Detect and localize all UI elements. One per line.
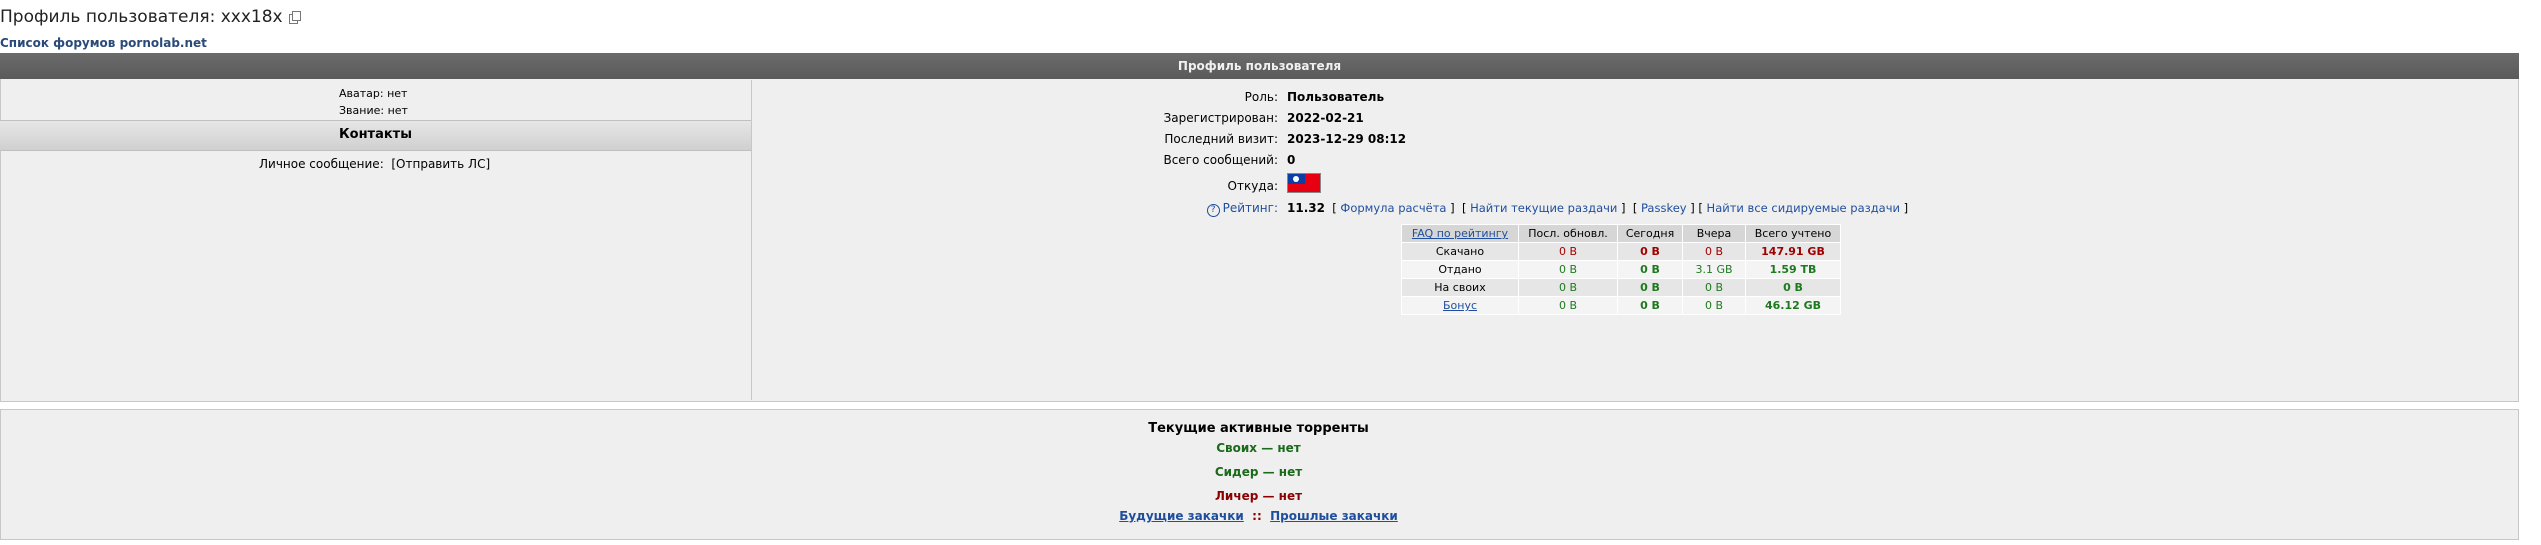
col-today: Сегодня [1617,224,1683,243]
cell: 3.1 GB [1682,260,1746,279]
rank-label: Звание: [339,104,385,117]
rating-label[interactable]: Рейтинг: [1223,201,1278,215]
passkey-link[interactable]: Passkey [1641,201,1687,215]
avatar-label: Аватар: [339,87,384,100]
last-visit-value: 2023-12-29 08:12 [1287,132,1407,146]
cell: 147.91 GB [1745,242,1841,261]
leecher-torrents: Личер — нет [1214,489,1303,503]
table-row: Бонус 0 B 0 B 0 B 46.12 GB [1401,296,1841,315]
cell: 46.12 GB [1745,296,1841,315]
col-last-update: Посл. обновл. [1518,224,1618,243]
page-title-text: Профиль пользователя: xxx18x [0,7,283,27]
cell: 0 B [1518,296,1618,315]
faq-rating-link[interactable]: FAQ по рейтингу [1401,224,1519,243]
rating-formula-link[interactable]: Формула расчёта [1340,201,1446,215]
posts-value: 0 [1287,153,1296,167]
bonus-link[interactable]: Бонус [1401,296,1519,315]
role-label: Роль: [1244,90,1278,104]
separator: :: [1252,509,1262,523]
avatar-row: Аватар: нет [339,87,407,100]
table-row: Отдано 0 B 0 B 3.1 GB 1.59 TB [1401,260,1841,279]
avatar-value: нет [387,87,408,100]
table-row: На своих 0 B 0 B 0 B 0 B [1401,278,1841,297]
pm-row: Личное сообщение: [Отправить ЛС] [259,157,490,171]
own-torrents: Своих — нет [1216,441,1301,455]
cell: 0 B [1617,242,1683,261]
send-pm-button[interactable]: [Отправить ЛС] [391,157,490,171]
profile-section-header: Профиль пользователя [0,53,2519,79]
help-icon[interactable]: ? [1206,204,1220,217]
find-current-releases-link[interactable]: Найти текущие раздачи [1470,201,1617,215]
registered-value: 2022-02-21 [1287,111,1364,125]
last-visit-label: Последний визит: [1164,132,1278,146]
contacts-header: Контакты [0,120,751,151]
rating-value: 11.32 [1287,201,1325,215]
cell: 0 B [1518,242,1618,261]
from-label: Откуда: [1227,179,1278,193]
forum-list-link[interactable]: Список форумов pornolab.net [0,36,207,50]
row-label: Отдано [1401,260,1519,279]
cell: 0 B [1617,260,1683,279]
cell: 0 B [1682,242,1746,261]
posts-label: Всего сообщений: [1163,153,1278,167]
seeder-torrents: Сидер — нет [1214,465,1303,479]
taiwan-flag-icon [1287,173,1321,193]
cell: 0 B [1617,278,1683,297]
cell: 0 B [1518,260,1618,279]
role-value: Пользователь [1287,90,1385,104]
rating-label-wrap: ? Рейтинг: [1028,201,1278,217]
pm-label: Личное сообщение: [259,157,384,171]
cell: 0 B [1682,278,1746,297]
past-downloads-link[interactable]: Прошлые закачки [1270,509,1398,523]
row-label: Скачано [1401,242,1519,261]
cell: 0 B [1745,278,1841,297]
rank-value: нет [387,104,408,117]
registered-label: Зарегистрирован: [1163,111,1278,125]
col-yesterday: Вчера [1682,224,1746,243]
copy-icon[interactable] [288,11,301,24]
find-seeded-releases-link[interactable]: Найти все сидируемые раздачи [1707,201,1900,215]
cell: 0 B [1682,296,1746,315]
cell: 0 B [1518,278,1618,297]
active-torrents-title: Текущие активные торренты [1148,421,1369,436]
page-title: Профиль пользователя: xxx18x [0,6,301,28]
rating-stats-table: FAQ по рейтингу Посл. обновл. Сегодня Вч… [1401,224,1841,315]
cell: 0 B [1617,296,1683,315]
future-downloads-link[interactable]: Будущие закачки [1119,509,1244,523]
table-row: Скачано 0 B 0 B 0 B 147.91 GB [1401,242,1841,261]
col-total: Всего учтено [1745,224,1841,243]
row-label: На своих [1401,278,1519,297]
cell: 1.59 TB [1745,260,1841,279]
rating-links-row: 11.32 [ Формула расчёта ] [ Найти текущи… [1287,201,1909,215]
download-links-row: Будущие закачки :: Прошлые закачки [0,509,2517,523]
rank-row: Звание: нет [339,104,408,117]
